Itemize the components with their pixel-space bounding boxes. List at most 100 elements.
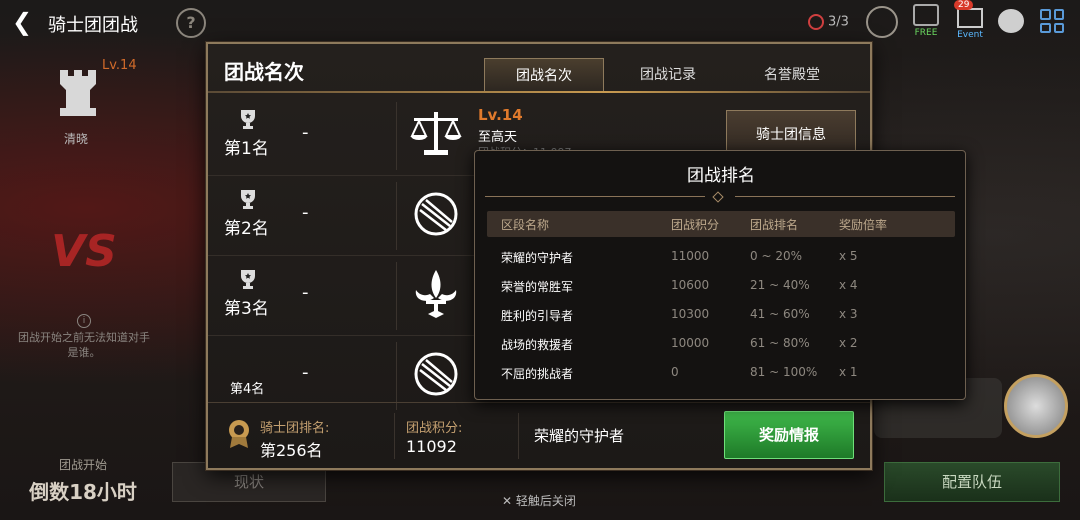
row-divider	[396, 262, 397, 330]
help-button[interactable]: ?	[176, 8, 206, 38]
tier-name: 荣誉的常胜军	[501, 280, 574, 294]
tier-score: 10000	[671, 336, 710, 350]
configure-team-button[interactable]: 配置队伍	[884, 462, 1060, 502]
tab-records[interactable]: 团战记录	[608, 58, 728, 92]
opponent-warning: i 团战开始之前无法知道对手是谁。	[18, 314, 150, 360]
tier-rank: 61 ~ 80%	[750, 336, 810, 350]
table-row: 胜利的引导者 10300 41 ~ 60% x 3	[487, 301, 955, 329]
back-arrow-icon[interactable]: ❮	[12, 9, 38, 35]
clan-rank-label: 骑士团排名:	[260, 421, 330, 436]
modal-footer: 骑士团排名: 第256名 团战积分: 11092 荣耀的守护者 奖励情报	[208, 402, 870, 468]
avatar[interactable]	[1004, 374, 1068, 438]
tier-score: 0	[671, 365, 679, 379]
scales-icon	[410, 112, 462, 155]
tier-multiplier: x 4	[839, 278, 858, 292]
header-tier: 区段名称	[501, 218, 550, 232]
tab-hall-of-fame[interactable]: 名誉殿堂	[732, 58, 852, 92]
header-rank: 团战排名	[750, 218, 799, 232]
clan-rank-value: 第256名	[260, 441, 323, 460]
gift-box-icon	[913, 4, 939, 26]
popup-title: 团战排名	[687, 166, 755, 186]
tier-name: 战场的救援者	[501, 338, 574, 352]
tier-score: 11000	[671, 249, 710, 263]
war-score-label: 团战积分:	[406, 421, 463, 436]
tier-rank: 41 ~ 60%	[750, 307, 810, 321]
tab-ranking[interactable]: 团战名次	[484, 58, 604, 92]
rank-value: -	[302, 122, 309, 143]
tier-score: 10600	[671, 278, 710, 292]
tower-icon	[60, 70, 96, 116]
countdown-label: 团战开始	[58, 458, 107, 472]
rank-value: -	[302, 282, 309, 303]
mail-icon	[957, 8, 983, 28]
rank-label: 第2名	[224, 219, 269, 239]
energy-counter: 3/3	[808, 14, 849, 30]
tier-name: 荣耀的守护者	[501, 251, 574, 265]
clan-level: Lv.14	[102, 58, 137, 73]
rank-label: 第4名	[230, 382, 265, 397]
clan-side-panel: Lv.14 清晓 VS i 团战开始之前无法知道对手是谁。 团战开始 倒数18小…	[14, 52, 154, 512]
chat-icon[interactable]	[998, 9, 1024, 33]
reward-info-button[interactable]: 奖励情报	[724, 411, 854, 459]
trophy-icon	[241, 110, 255, 129]
header-multiplier: 奖励倍率	[839, 218, 888, 232]
event-label: Event	[957, 30, 983, 40]
fleur-de-lis-icon	[415, 270, 457, 318]
clan-level: Lv.14	[478, 106, 523, 124]
tab-underline	[208, 91, 870, 93]
tier-multiplier: x 2	[839, 336, 858, 350]
circle-crest-icon	[414, 192, 458, 236]
tier-multiplier: x 5	[839, 249, 858, 263]
top-bar: ❮ 骑士团团战 ? 3/3 FREE Event 29	[0, 0, 1080, 46]
title-ornament	[485, 191, 955, 203]
rank-value: -	[302, 362, 309, 383]
table-header: 区段名称 团战积分 团战排名 奖励倍率	[487, 211, 955, 237]
menu-grid-icon[interactable]	[1040, 9, 1064, 33]
tier-score: 10300	[671, 307, 710, 321]
header-score: 团战积分	[671, 218, 720, 232]
rank-label: 第3名	[224, 299, 269, 319]
clan-name: 清晓	[64, 132, 89, 146]
table-row: 荣誉的常胜军 10600 21 ~ 40% x 4	[487, 272, 955, 300]
modal-title: 团战名次	[224, 60, 304, 84]
info-icon: i	[77, 314, 91, 328]
free-label: FREE	[914, 28, 938, 38]
tier-rank: 21 ~ 40%	[750, 278, 810, 292]
tier-name: 不屈的挑战者	[501, 367, 574, 381]
energy-icon	[808, 14, 824, 30]
row-divider	[396, 342, 397, 410]
tap-to-close-hint[interactable]: ✕ 轻触后关闭	[502, 492, 576, 509]
table-row: 不屈的挑战者 0 81 ~ 100% x 1	[487, 359, 955, 387]
row-divider	[396, 102, 397, 170]
tier-multiplier: x 1	[839, 365, 858, 379]
footer-divider	[394, 413, 395, 459]
countdown-value: 倒数18小时	[29, 480, 137, 504]
footer-divider	[518, 413, 519, 459]
circle-crest-icon	[414, 352, 458, 396]
trophy-icon	[241, 270, 255, 289]
event-mail-button[interactable]: Event	[952, 4, 988, 44]
warning-text: 团战开始之前无法知道对手是谁。	[18, 331, 150, 359]
clan-name: 至高天	[478, 130, 518, 145]
free-gift-button[interactable]: FREE	[908, 4, 944, 44]
tier-ranking-popup: 团战排名 区段名称 团战积分 团战排名 奖励倍率 荣耀的守护者 11000 0 …	[474, 150, 966, 400]
tier-name: 荣耀的守护者	[534, 427, 625, 445]
crossed-swords-icon[interactable]	[866, 6, 898, 38]
medal-icon	[229, 420, 249, 448]
tab-bar: 团战名次 团战记录 名誉殿堂	[484, 58, 856, 92]
rank-value: -	[302, 202, 309, 223]
energy-value: 3/3	[828, 14, 849, 30]
tier-multiplier: x 3	[839, 307, 858, 321]
tier-name: 胜利的引导者	[501, 309, 574, 323]
table-row: 战场的救援者 10000 61 ~ 80% x 2	[487, 330, 955, 358]
event-badge: 29	[954, 0, 974, 10]
screen-title: 骑士团团战	[48, 15, 138, 36]
war-score-value: 11092	[406, 437, 457, 456]
tier-rank: 81 ~ 100%	[750, 365, 818, 379]
versus-emblem: VS	[51, 226, 117, 277]
rank-label: 第1名	[224, 139, 269, 159]
table-row: 荣耀的守护者 11000 0 ~ 20% x 5	[487, 243, 955, 271]
tier-rank: 0 ~ 20%	[750, 249, 802, 263]
trophy-icon	[241, 190, 255, 209]
row-divider	[396, 182, 397, 250]
